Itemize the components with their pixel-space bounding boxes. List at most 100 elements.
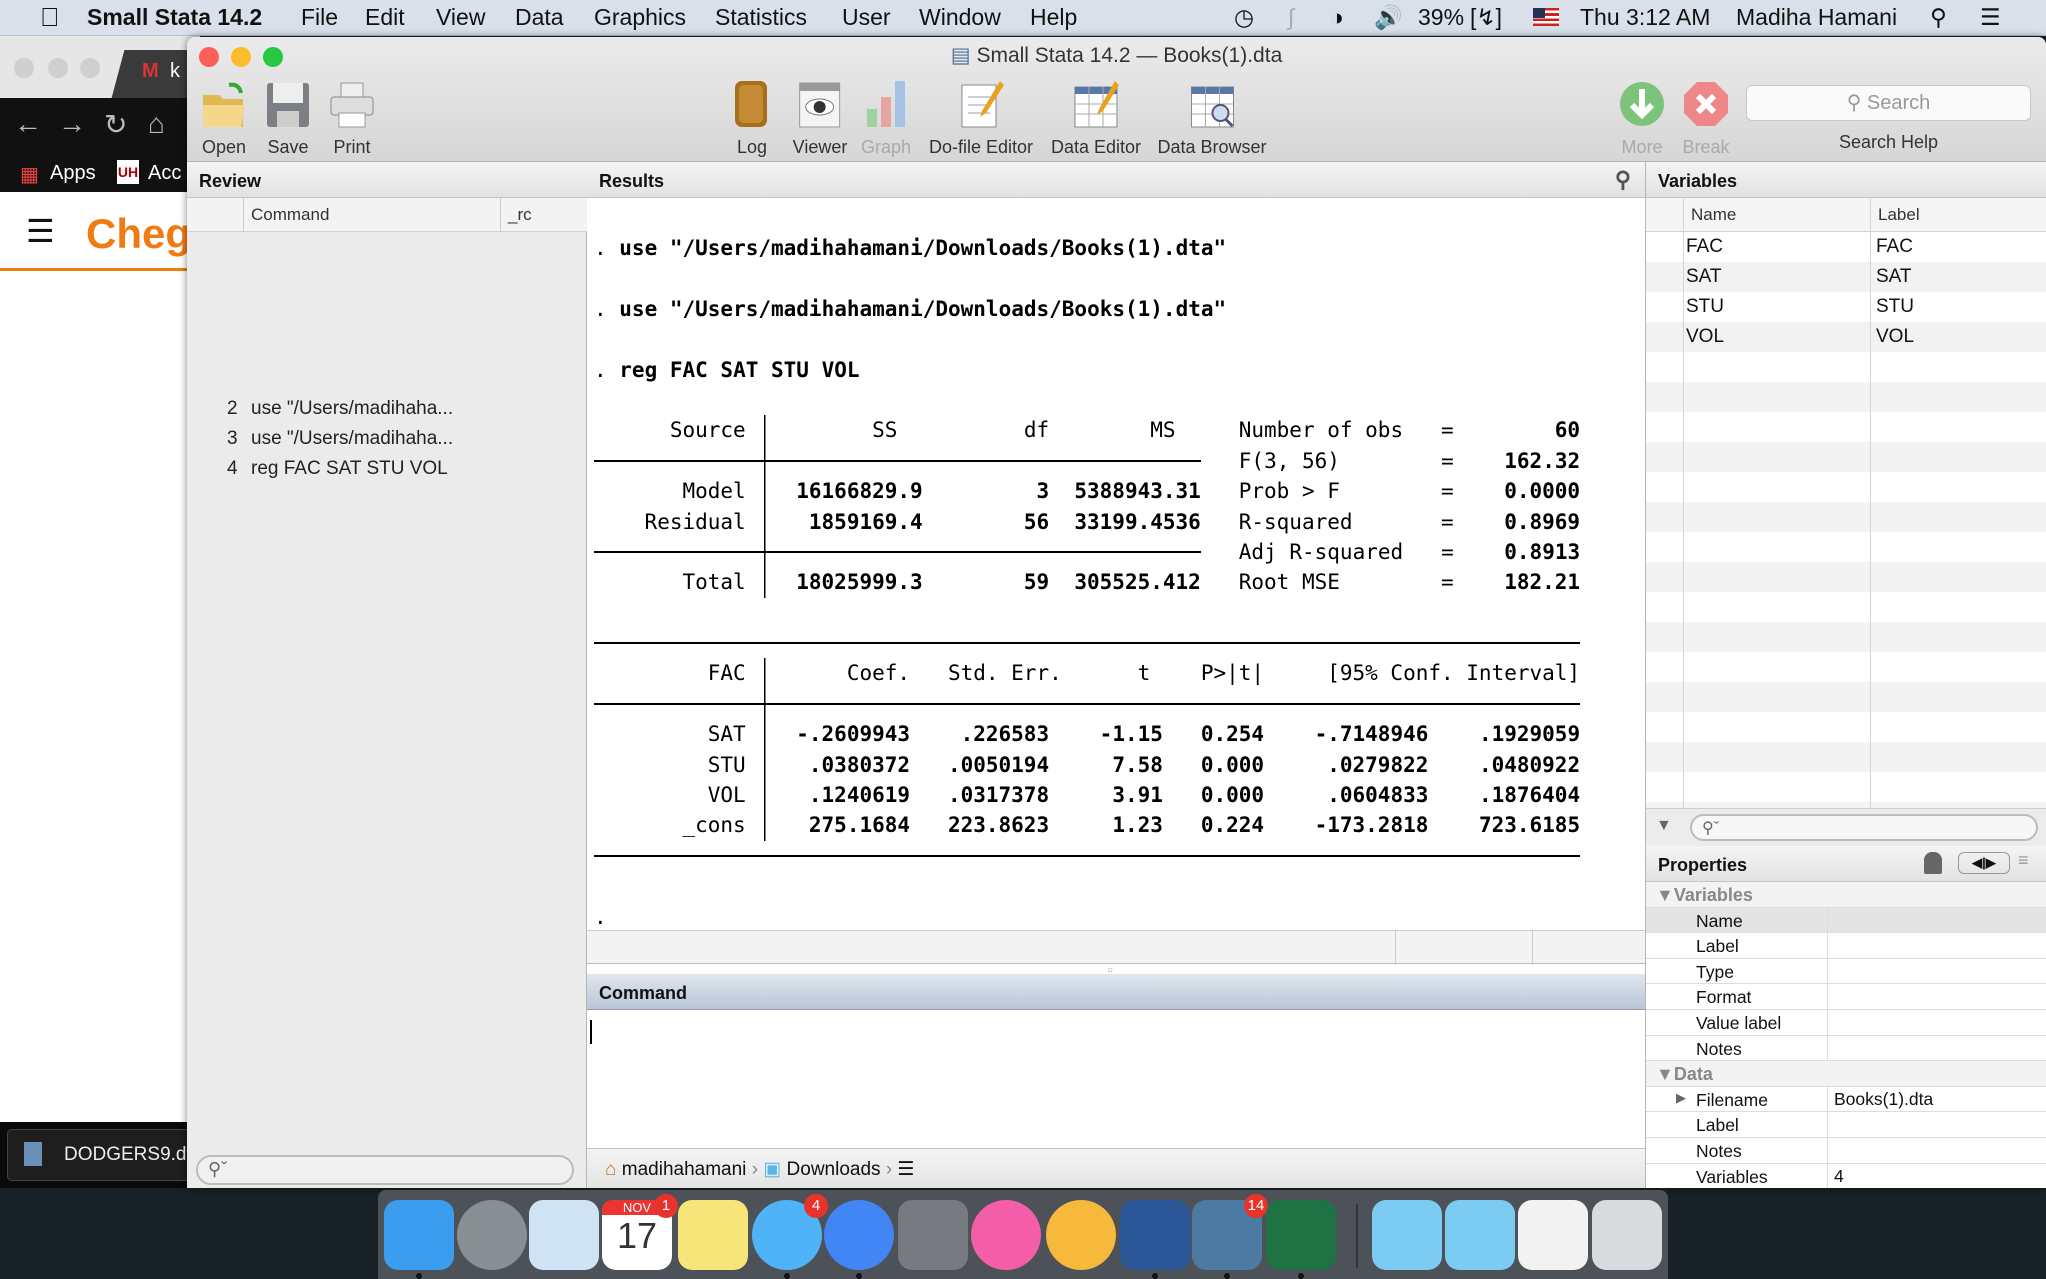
menu-graphics[interactable]: Graphics <box>594 4 686 31</box>
column-rc[interactable]: _rc <box>508 205 532 225</box>
variables-panel: Variables Name Label FAC FAC SAT SAT STU ST… <box>1645 162 2046 1188</box>
data-editor-button[interactable]: Data Editor <box>1051 77 1141 158</box>
home-icon[interactable]: ⌂ <box>148 108 165 140</box>
bluetooth-icon[interactable]: ∫ <box>1288 4 1294 31</box>
dock-downloads-folder-icon[interactable] <box>1445 1200 1515 1270</box>
reload-icon[interactable]: ↻ <box>104 108 127 141</box>
forward-icon[interactable]: → <box>58 108 86 140</box>
chegg-logo[interactable]: Cheg <box>86 210 191 258</box>
menu-user[interactable]: User <box>842 4 891 31</box>
do-file-editor-button[interactable]: Do-file Editor <box>929 77 1033 158</box>
bookmark-apps[interactable]: Apps <box>50 162 96 185</box>
log-button[interactable]: Log <box>727 77 777 158</box>
battery-charging-icon[interactable]: [↯] <box>1470 4 1502 31</box>
volume-icon[interactable]: 🔊 <box>1374 4 1403 31</box>
variable-row[interactable]: VOL VOL <box>1646 322 2046 352</box>
variables-filter-input[interactable]: ⚲ˇ <box>1690 814 2038 841</box>
dock-launchpad-icon[interactable] <box>457 1200 527 1270</box>
dock-trash-icon[interactable] <box>1592 1200 1662 1270</box>
dock-documents-folder-icon[interactable] <box>1372 1200 1442 1270</box>
dock-stickies-icon[interactable] <box>678 1200 748 1270</box>
dock-itunes-icon[interactable] <box>971 1200 1041 1270</box>
user-name[interactable]: Madiha Hamani <box>1736 4 1897 31</box>
path-home[interactable]: madihahamani <box>622 1159 747 1180</box>
menu-statistics[interactable]: Statistics <box>715 4 807 31</box>
filter-funnel-icon[interactable]: ▼ <box>1656 817 1672 835</box>
search-help-input[interactable]: ⚲ Search <box>1746 85 2031 121</box>
list-icon[interactable]: ☰ <box>897 1159 914 1180</box>
dock-word-icon[interactable] <box>1120 1200 1190 1279</box>
column-label[interactable]: Label <box>1878 205 1920 225</box>
dock-photos-icon[interactable] <box>1046 1200 1116 1270</box>
review-header: Review <box>187 162 587 198</box>
disclosure-triangle-icon[interactable]: ▶ <box>1676 1090 1686 1106</box>
dock-stata-icon[interactable]: 14 <box>1192 1194 1268 1279</box>
review-row[interactable]: 4 reg FAC SAT STU VOL <box>187 458 587 488</box>
app-menu[interactable]: Small Stata 14.2 <box>87 4 262 31</box>
menu-data[interactable]: Data <box>515 4 564 31</box>
coef-var: VOL <box>707 783 746 808</box>
running-indicator <box>1298 1273 1304 1279</box>
spotlight-search-icon[interactable]: ⚲ <box>1930 4 1947 31</box>
browser-close-dot[interactable] <box>14 58 34 78</box>
hamburger-menu-icon[interactable]: ☰ <box>26 212 55 250</box>
notification-badge: 14 <box>1244 1194 1268 1218</box>
column-command[interactable]: Command <box>251 205 329 225</box>
time-machine-icon[interactable]: ◷ <box>1234 4 1254 31</box>
apple-menu-icon[interactable]:  <box>40 2 60 33</box>
review-filter-input[interactable]: ⚲ˇ <box>196 1155 574 1185</box>
save-button[interactable]: Save <box>263 77 313 158</box>
data-browser-button[interactable]: Data Browser <box>1157 77 1267 158</box>
variable-row[interactable]: SAT SAT <box>1646 262 2046 292</box>
dock-excel-icon[interactable] <box>1266 1200 1336 1279</box>
variable-label: FAC <box>1876 236 1913 257</box>
review-row[interactable]: 2 use "/Users/madihaha... <box>187 398 587 428</box>
menu-help[interactable]: Help <box>1030 4 1077 31</box>
dock-mail-icon[interactable] <box>529 1200 599 1270</box>
download-item[interactable]: DODGERS9.dt <box>7 1129 207 1181</box>
variable-row[interactable]: FAC FAC <box>1646 232 2046 262</box>
clock[interactable]: Thu 3:12 AM <box>1580 4 1710 31</box>
dock-chrome-icon[interactable] <box>824 1200 894 1279</box>
viewer-button[interactable]: Viewer <box>793 77 847 158</box>
prompt: . <box>594 904 607 929</box>
stat-equals: = <box>1441 570 1454 595</box>
browser-zoom-dot[interactable] <box>80 58 100 78</box>
dock-calendar-icon[interactable]: NOV 17 1 <box>602 1194 678 1270</box>
property-row: Filename ▶ Books(1).dta <box>1646 1086 2046 1113</box>
graph-button[interactable]: Graph <box>861 77 911 158</box>
review-row[interactable]: 3 use "/Users/madihaha... <box>187 428 587 458</box>
command-input[interactable] <box>587 1010 1645 1147</box>
dock-finder-icon[interactable] <box>384 1200 454 1279</box>
column-name[interactable]: Name <box>1691 205 1736 225</box>
more-button[interactable]: More <box>1617 77 1667 158</box>
coef-rule <box>594 688 1581 720</box>
us-flag-input-icon[interactable] <box>1533 8 1559 26</box>
menu-view[interactable]: View <box>436 4 485 31</box>
open-button[interactable]: Open <box>199 77 249 158</box>
lock-icon[interactable] <box>1924 852 1942 874</box>
break-button[interactable]: Break <box>1681 77 1731 158</box>
menu-file[interactable]: File <box>301 4 338 31</box>
notification-center-icon[interactable]: ☰ <box>1980 4 2001 31</box>
menu-lines-icon[interactable]: ≡ <box>2018 850 2029 871</box>
property-group-data[interactable]: ▼Data <box>1646 1061 2046 1087</box>
stat-label: R-squared <box>1238 509 1353 534</box>
path-downloads[interactable]: Downloads <box>787 1159 881 1180</box>
variable-row[interactable]: STU STU <box>1646 292 2046 322</box>
wifi-icon[interactable]: ◑ <box>1330 4 1344 31</box>
browser-minimize-dot[interactable] <box>48 58 68 78</box>
battery-percent[interactable]: 39% <box>1418 4 1464 31</box>
dock-screenshot-preview-icon[interactable] <box>1518 1200 1588 1270</box>
bookmark-acc[interactable]: Acc <box>148 162 181 185</box>
print-button[interactable]: Print <box>327 77 377 158</box>
property-group-variables[interactable]: ▼Variables <box>1646 882 2046 908</box>
menu-window[interactable]: Window <box>919 4 1001 31</box>
back-icon[interactable]: ← <box>14 108 42 140</box>
dock-messages-icon[interactable]: 4 <box>752 1194 828 1279</box>
search-icon[interactable]: ⚲ <box>1615 167 1631 193</box>
menu-edit[interactable]: Edit <box>365 4 405 31</box>
dock-system-preferences-icon[interactable] <box>898 1200 968 1270</box>
coef-row: STU .0380372 .0050194 7.58 0.000 .0279822 .048… <box>594 749 1580 781</box>
prev-next-buttons[interactable]: ◀|▶ <box>1958 852 2010 874</box>
